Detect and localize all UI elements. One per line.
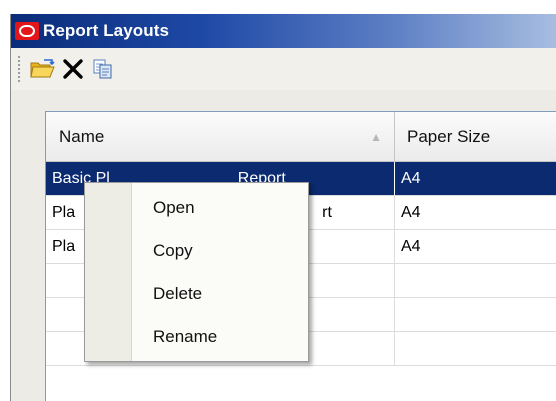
cell-paper-size: A4 bbox=[401, 169, 421, 187]
title-bar[interactable]: Report Layouts bbox=[11, 14, 556, 48]
window-title: Report Layouts bbox=[43, 21, 170, 40]
menu-item-delete[interactable]: Delete bbox=[132, 275, 308, 313]
column-header-name[interactable]: Name ▲ bbox=[46, 112, 395, 161]
cell-paper-size: A4 bbox=[401, 237, 421, 255]
toolbar bbox=[11, 48, 556, 90]
oracle-logo-icon bbox=[15, 22, 39, 40]
menu-item-open[interactable]: Open bbox=[132, 189, 308, 227]
cell-paper-size bbox=[395, 264, 556, 297]
open-button[interactable] bbox=[29, 55, 57, 83]
context-menu: Open Copy Delete Rename bbox=[84, 182, 309, 362]
menu-item-rename[interactable]: Rename bbox=[132, 318, 308, 356]
copy-icon bbox=[93, 59, 112, 79]
cell-paper-size bbox=[395, 298, 556, 331]
cell-paper-size: A4 bbox=[401, 203, 421, 221]
cell-paper-size bbox=[395, 332, 556, 365]
copy-button[interactable] bbox=[89, 55, 117, 83]
column-paper-size-label: Paper Size bbox=[407, 126, 491, 146]
column-header-paper-size[interactable]: Paper Size bbox=[395, 112, 556, 161]
menu-icon-gutter bbox=[85, 183, 132, 361]
column-name-label: Name bbox=[59, 126, 105, 146]
sort-ascending-icon: ▲ bbox=[370, 129, 382, 144]
close-x-icon bbox=[63, 59, 83, 79]
table-header: Name ▲ Paper Size bbox=[46, 112, 556, 162]
folder-open-icon bbox=[30, 59, 55, 78]
menu-item-copy[interactable]: Copy bbox=[132, 232, 308, 270]
toolbar-grip[interactable] bbox=[17, 55, 21, 83]
delete-button[interactable] bbox=[59, 55, 87, 83]
